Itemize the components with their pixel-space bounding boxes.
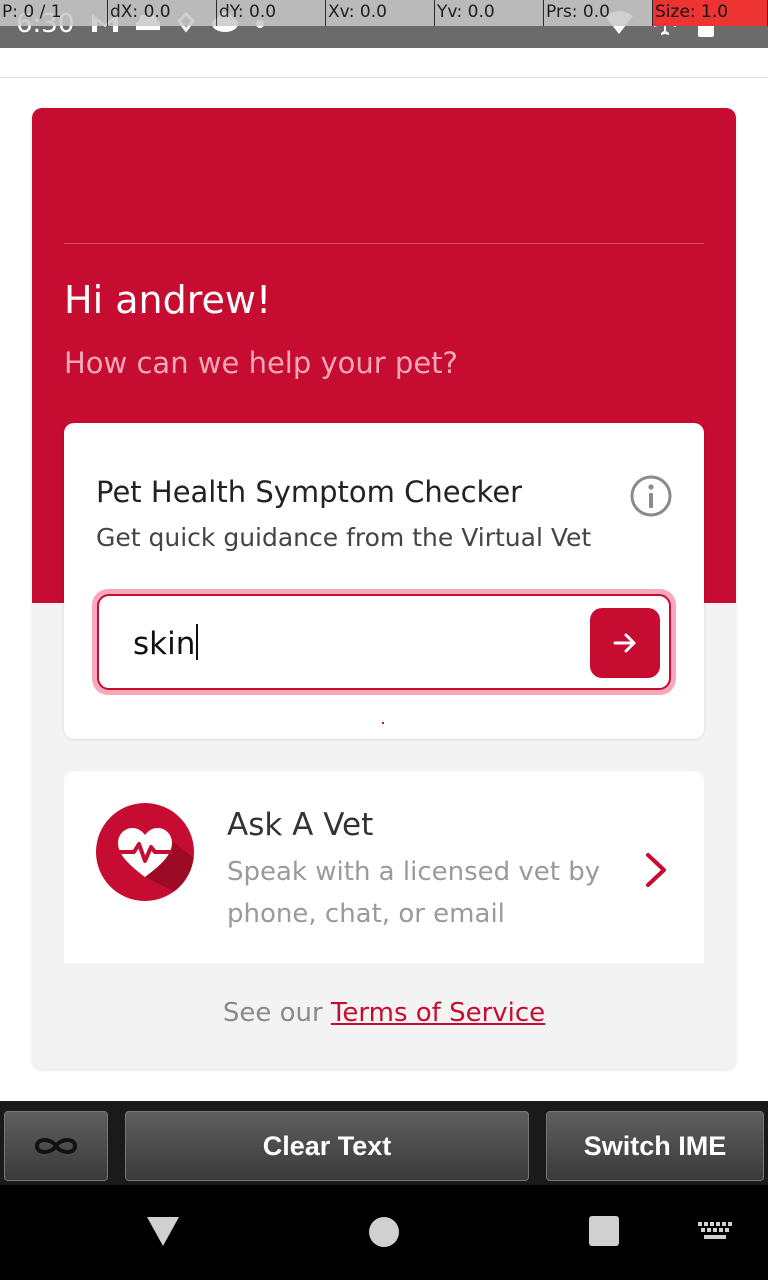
- overlay-pointer: P: 0 / 1: [0, 0, 108, 26]
- terms-of-service-link[interactable]: Terms of Service: [331, 998, 545, 1028]
- hero-divider: [64, 243, 704, 244]
- overlay-dx: dX: 0.0: [108, 0, 217, 26]
- overlay-xv: Xv: 0.0: [326, 0, 435, 26]
- symptom-checker-card: Pet Health Symptom Checker Get quick gui…: [64, 423, 704, 739]
- search-input-text: skin: [133, 626, 196, 662]
- clear-text-button[interactable]: Clear Text: [125, 1111, 529, 1181]
- pointer-location-overlay: P: 0 / 1 dX: 0.0 dY: 0.0 Xv: 0.0 Yv: 0.0…: [0, 0, 768, 26]
- tos-prefix: See our: [222, 998, 323, 1028]
- symptom-search-focus-ring: skin: [92, 589, 676, 695]
- symptom-search-input[interactable]: skin: [97, 594, 671, 690]
- checker-subtitle: Get quick guidance from the Virtual Vet: [96, 523, 592, 552]
- infinity-button[interactable]: [4, 1111, 108, 1181]
- search-submit-button[interactable]: [590, 608, 660, 678]
- app-top-strip: [0, 48, 768, 78]
- arrow-right-icon: [613, 633, 636, 653]
- overlay-yv: Yv: 0.0: [435, 0, 544, 26]
- infinity-icon: [34, 1138, 78, 1154]
- ask-vet-description: Speak with a licensed vet by phone, chat…: [227, 857, 601, 929]
- info-icon[interactable]: [629, 474, 673, 518]
- system-navigation-bar: [0, 1185, 768, 1280]
- overlay-pressure: Prs: 0.0: [544, 0, 653, 26]
- greeting-subtitle: How can we help your pet?: [64, 346, 458, 380]
- loading-dot: [382, 722, 384, 724]
- checker-title: Pet Health Symptom Checker: [96, 475, 523, 509]
- keyboard-icon[interactable]: [698, 1222, 732, 1242]
- greeting-title: Hi andrew!: [64, 278, 272, 322]
- home-icon[interactable]: [368, 1216, 400, 1248]
- heart-pulse-icon: [96, 803, 194, 901]
- recents-icon[interactable]: [589, 1216, 619, 1246]
- overlay-size: Size: 1.0: [653, 0, 768, 26]
- overlay-dy: dY: 0.0: [217, 0, 326, 26]
- chevron-right-icon: [646, 853, 666, 887]
- terms-footer: See our Terms of Service: [32, 998, 736, 1028]
- text-cursor: [196, 624, 199, 660]
- ime-toolbar: Clear Text Switch IME: [0, 1101, 768, 1185]
- switch-ime-button[interactable]: Switch IME: [546, 1111, 764, 1181]
- back-icon[interactable]: [146, 1215, 180, 1247]
- ask-a-vet-card[interactable]: Ask A Vet Speak with a licensed vet by p…: [64, 771, 704, 963]
- main-card: Hi andrew! How can we help your pet? Pet…: [32, 108, 736, 1069]
- ask-vet-title: Ask A Vet: [227, 807, 374, 843]
- search-input-value[interactable]: skin: [133, 624, 199, 662]
